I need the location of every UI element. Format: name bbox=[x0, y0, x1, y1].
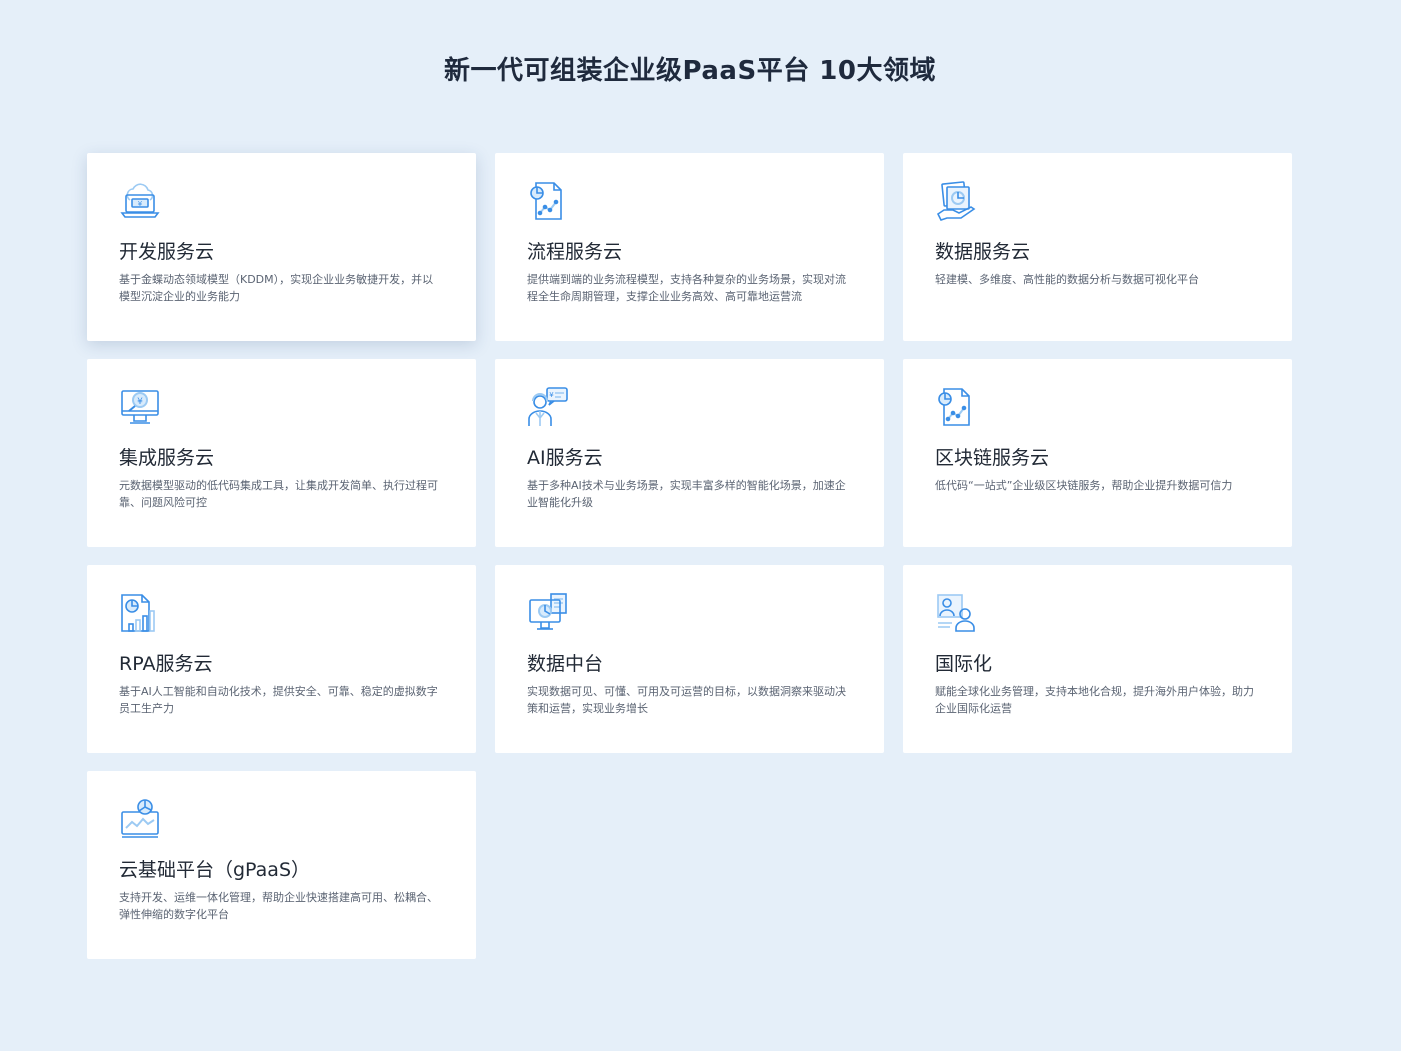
card-process-service-cloud[interactable]: 流程服务云 提供端到端的业务流程模型，支持各种复杂的业务场景，实现对流程全生命周… bbox=[495, 153, 884, 341]
card-title: 云基础平台（gPaaS） bbox=[119, 859, 311, 881]
domain-card-grid: ¥ 开发服务云 基于金蝶动态领域模型（KDDM），实现企业业务敏捷开发，并以模型… bbox=[87, 153, 1292, 959]
card-description: 低代码“一站式”企业级区块链服务，帮助企业提升数据可信力 bbox=[935, 479, 1233, 492]
card-blockchain-service-cloud[interactable]: 区块链服务云 低代码“一站式”企业级区块链服务，帮助企业提升数据可信力 bbox=[903, 359, 1292, 547]
card-data-service-cloud[interactable]: 数据服务云 轻建模、多维度、高性能的数据分析与数据可视化平台 bbox=[903, 153, 1292, 341]
svg-text:¥: ¥ bbox=[549, 391, 554, 399]
card-description: 支持开发、运维一体化管理，帮助企业快速搭建高可用、松耦合、弹性伸缩的数字化平台 bbox=[119, 891, 438, 921]
card-description: 元数据模型驱动的低代码集成工具，让集成开发简单、执行过程可靠、问题风险可控 bbox=[119, 479, 438, 509]
card-data-middle-platform[interactable]: 数据中台 实现数据可见、可懂、可用及可运营的目标，以数据洞察来驱动决策和运营，实… bbox=[495, 565, 884, 753]
card-title: 数据服务云 bbox=[935, 241, 1031, 263]
card-rpa-service-cloud[interactable]: RPA服务云 基于AI人工智能和自动化技术，提供安全、可靠、稳定的虚拟数字员工生… bbox=[87, 565, 476, 753]
card-internationalization[interactable]: 国际化 赋能全球化业务管理，支持本地化合规，提升海外用户体验，助力企业国际化运营 bbox=[903, 565, 1292, 753]
infrastructure-chart-icon bbox=[121, 799, 159, 838]
bar-chart-document-icon bbox=[121, 594, 155, 632]
ai-person-icon: ¥ bbox=[528, 387, 568, 426]
card-title: 国际化 bbox=[935, 653, 993, 675]
global-users-icon bbox=[937, 594, 975, 632]
card-title: 区块链服务云 bbox=[935, 447, 1050, 469]
data-hand-icon bbox=[936, 181, 976, 221]
card-cloud-infrastructure-platform[interactable]: 云基础平台（gPaaS） 支持开发、运维一体化管理，帮助企业快速搭建高可用、松耦… bbox=[87, 771, 476, 959]
card-ai-service-cloud[interactable]: ¥ AI服务云 基于多种AI技术与业务场景，实现丰富多样的智能化场景，加速企业智… bbox=[495, 359, 884, 547]
card-description: 基于AI人工智能和自动化技术，提供安全、可靠、稳定的虚拟数字员工生产力 bbox=[119, 685, 438, 715]
card-description: 轻建模、多维度、高性能的数据分析与数据可视化平台 bbox=[935, 273, 1199, 286]
card-description: 提供端到端的业务流程模型，支持各种复杂的业务场景，实现对流程全生命周期管理，支撑… bbox=[527, 273, 846, 303]
dashboard-monitor-icon bbox=[529, 593, 567, 630]
monitor-yen-icon: ¥ bbox=[121, 390, 159, 424]
card-title: 流程服务云 bbox=[527, 241, 623, 263]
card-title: AI服务云 bbox=[527, 447, 603, 469]
card-title: 开发服务云 bbox=[119, 241, 215, 263]
card-dev-service-cloud[interactable]: ¥ 开发服务云 基于金蝶动态领域模型（KDDM），实现企业业务敏捷开发，并以模型… bbox=[87, 153, 476, 341]
svg-text:¥: ¥ bbox=[138, 200, 143, 208]
card-description: 实现数据可见、可懂、可用及可运营的目标，以数据洞察来驱动决策和运营，实现业务增长 bbox=[527, 685, 846, 715]
card-title: RPA服务云 bbox=[119, 653, 213, 675]
card-title: 集成服务云 bbox=[119, 447, 215, 469]
card-description: 基于多种AI技术与业务场景，实现丰富多样的智能化场景，加速企业智能化升级 bbox=[527, 479, 846, 509]
card-description: 基于金蝶动态领域模型（KDDM），实现企业业务敏捷开发，并以模型沉淀企业的业务能… bbox=[119, 273, 434, 303]
page-title: 新一代可组装企业级PaaS平台 10大领域 bbox=[444, 56, 936, 86]
card-title: 数据中台 bbox=[527, 653, 604, 675]
cloud-laptop-icon: ¥ bbox=[120, 183, 160, 218]
card-integration-service-cloud[interactable]: ¥ 集成服务云 元数据模型驱动的低代码集成工具，让集成开发简单、执行过程可靠、问… bbox=[87, 359, 476, 547]
svg-text:¥: ¥ bbox=[137, 397, 143, 407]
process-document-icon bbox=[530, 182, 562, 220]
card-description: 赋能全球化业务管理，支持本地化合规，提升海外用户体验，助力企业国际化运营 bbox=[935, 685, 1254, 715]
chain-document-icon bbox=[938, 388, 970, 426]
